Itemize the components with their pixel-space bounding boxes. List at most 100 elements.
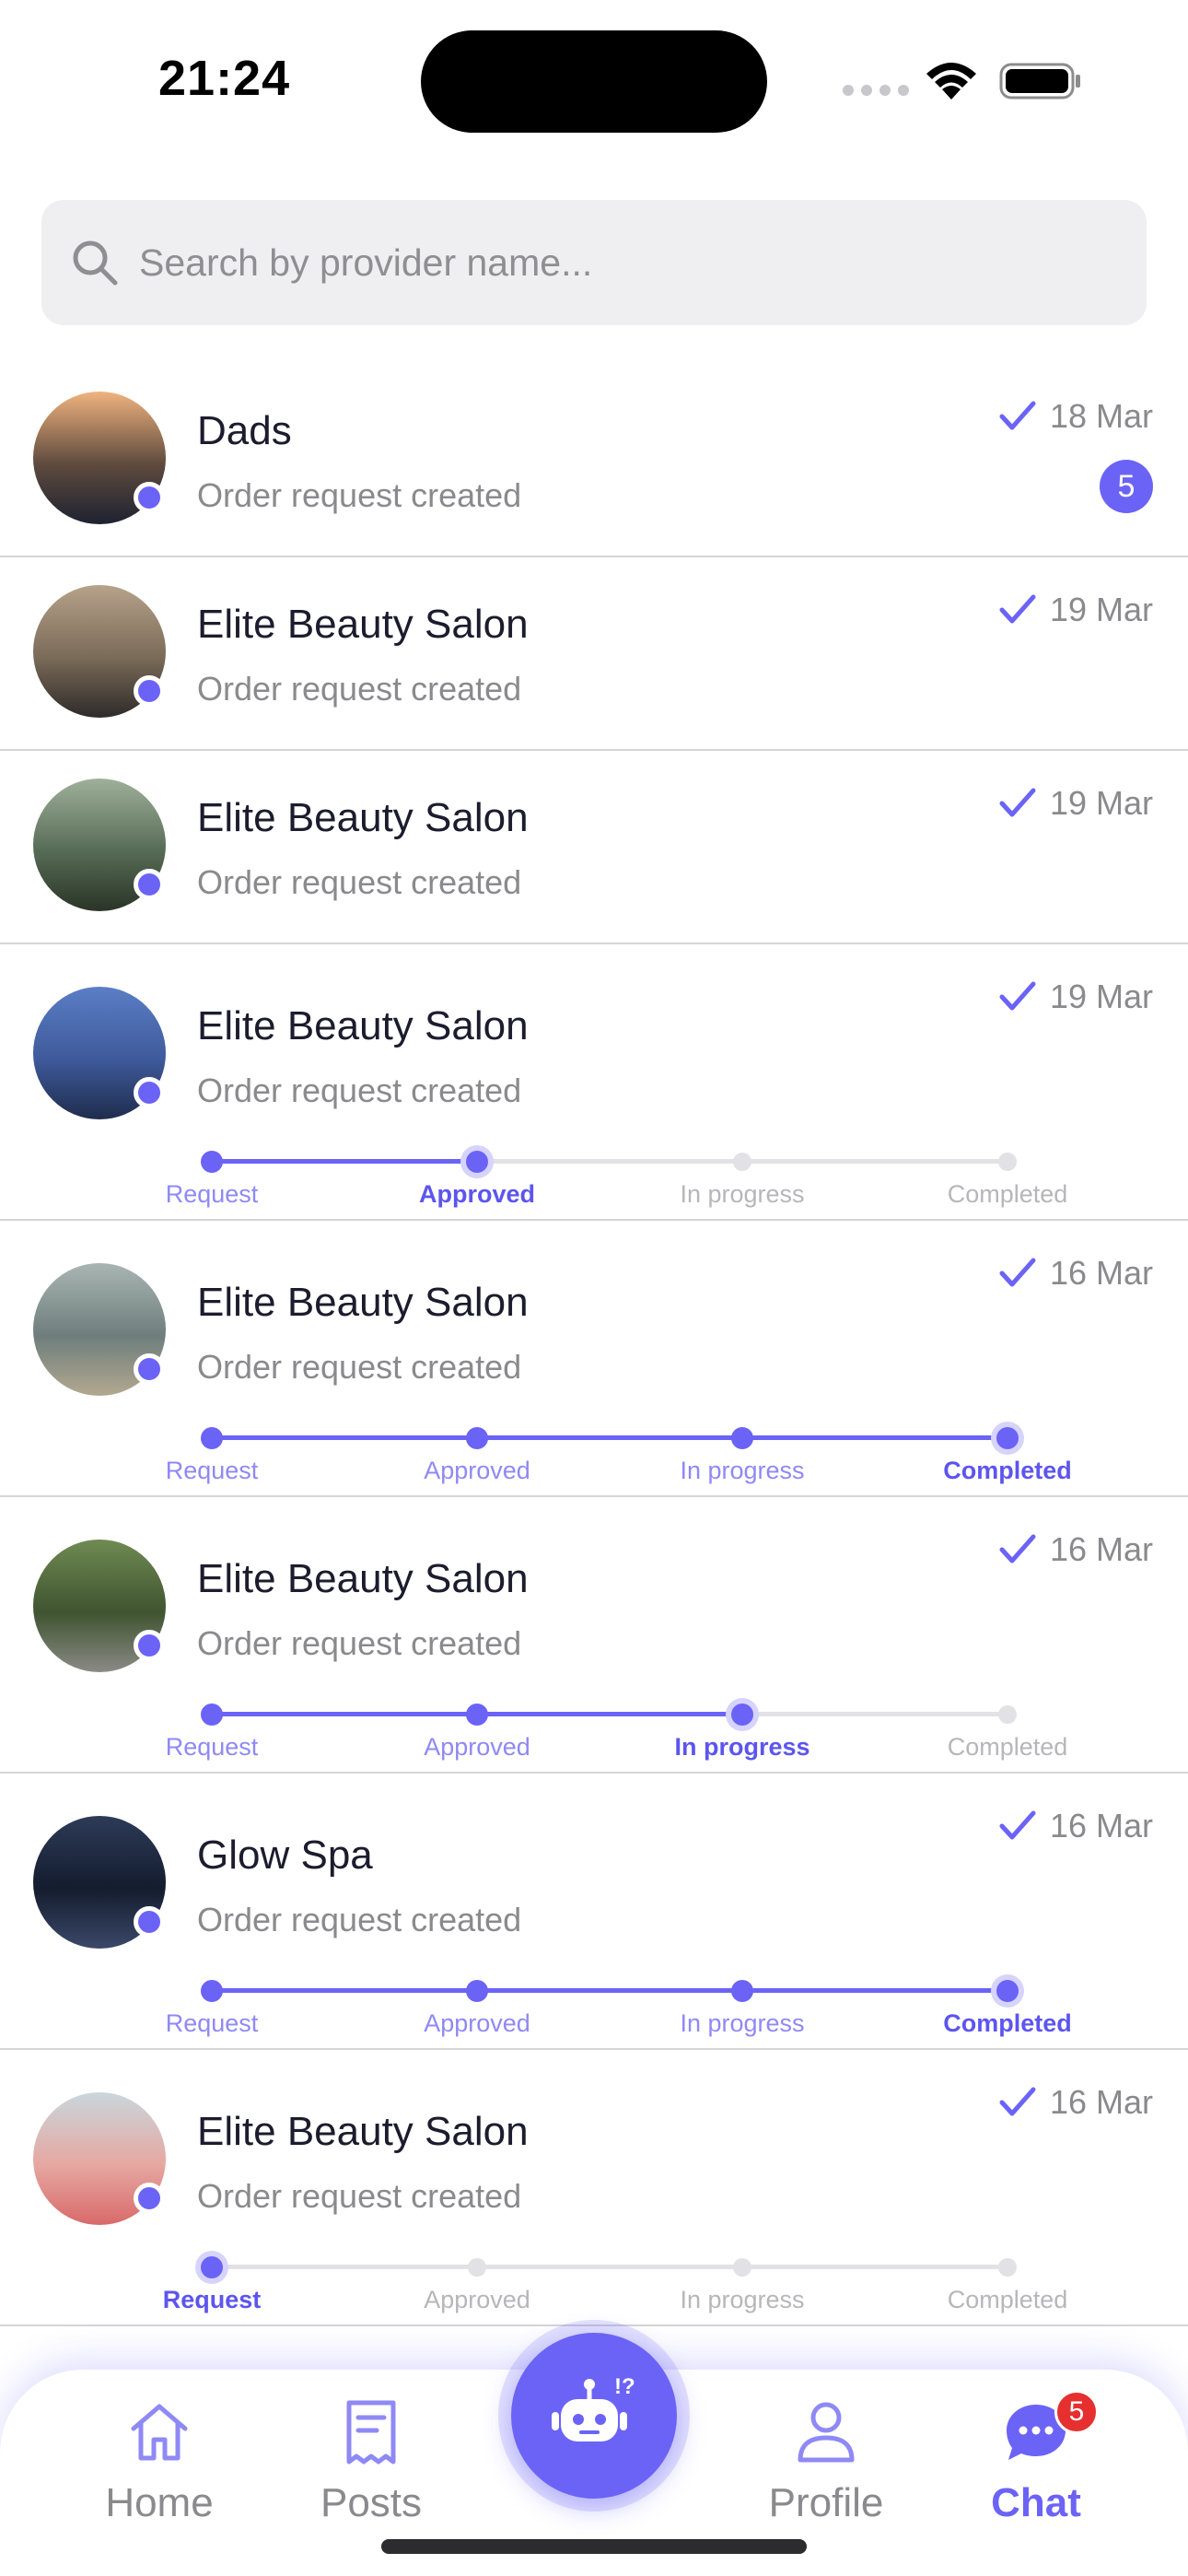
progress-step-node xyxy=(201,2256,223,2278)
chat-row[interactable]: Elite Beauty Salon Order request created 1… xyxy=(0,751,1188,944)
provider-name: Elite Beauty Salon xyxy=(197,2109,529,2154)
cellular-signal-icon xyxy=(843,85,909,96)
provider-name: Elite Beauty Salon xyxy=(197,1556,529,1601)
progress-step-node xyxy=(466,1427,488,1449)
progress-step-label: Completed xyxy=(947,2286,1068,2313)
message-meta: 18 Mar xyxy=(998,397,1153,436)
progress-step-label: Completed xyxy=(947,1180,1068,1208)
chat-row[interactable]: Dads Order request created 18 Mar 5 xyxy=(0,364,1188,557)
message-date: 16 Mar xyxy=(1049,1530,1153,1568)
message-date: 19 Mar xyxy=(1049,978,1153,1015)
tab-chat-label: Chat xyxy=(991,2480,1081,2525)
message-preview: Order request created xyxy=(197,670,522,708)
message-meta: 16 Mar xyxy=(998,2083,1153,2122)
tab-profile[interactable]: Profile xyxy=(734,2397,918,2526)
order-progress-tracker: Request Approved In progress Completed xyxy=(0,1427,1188,1484)
message-preview: Order request created xyxy=(197,1348,522,1386)
chat-unread-badge: 5 xyxy=(1054,2390,1099,2434)
message-date: 16 Mar xyxy=(1049,1254,1153,1292)
check-icon xyxy=(999,788,1036,817)
progress-step-label: Completed xyxy=(943,2009,1072,2037)
chat-row[interactable]: Elite Beauty Salon Order request created 1… xyxy=(0,1221,1188,1497)
progress-step-node xyxy=(201,1151,223,1173)
progress-step-node xyxy=(201,1980,223,2002)
svg-text:!?: !? xyxy=(614,2374,635,2399)
message-meta: 19 Mar xyxy=(998,978,1153,1016)
progress-step-node xyxy=(996,1980,1019,2002)
progress-step-label: Approved xyxy=(424,1733,530,1761)
tab-posts-label: Posts xyxy=(320,2480,423,2525)
progress-step-label: Approved xyxy=(424,1457,530,1484)
home-icon xyxy=(131,2404,188,2461)
chat-row[interactable]: Glow Spa Order request created 16 Mar Reque… xyxy=(0,1774,1188,2050)
status-time: 21:24 xyxy=(158,51,291,106)
progress-step-node xyxy=(466,1151,488,1173)
tab-chat[interactable]: 5 Chat xyxy=(944,2390,1128,2526)
chat-row[interactable]: Elite Beauty Salon Order request created 1… xyxy=(0,2050,1188,2326)
online-status-dot xyxy=(134,1906,165,1938)
provider-name: Dads xyxy=(197,408,292,453)
progress-step-node xyxy=(998,2258,1017,2277)
message-meta: 16 Mar xyxy=(998,1254,1153,1293)
message-meta: 19 Mar xyxy=(998,591,1153,629)
progress-step-node xyxy=(731,1980,753,2002)
chat-row[interactable]: Elite Beauty Salon Order request created 1… xyxy=(0,1497,1188,1774)
progress-step-label: In progress xyxy=(680,1180,805,1208)
message-preview: Order request created xyxy=(197,476,522,514)
message-preview: Order request created xyxy=(197,1071,522,1109)
order-progress-tracker: Request Approved In progress Completed xyxy=(0,1151,1188,1208)
progress-step-label: In progress xyxy=(680,1457,805,1484)
dynamic-island xyxy=(421,30,767,133)
progress-step-node xyxy=(731,1427,753,1449)
progress-step-node xyxy=(733,1153,751,1171)
provider-name: Elite Beauty Salon xyxy=(197,1280,529,1325)
chat-row[interactable]: Elite Beauty Salon Order request created 1… xyxy=(0,944,1188,1221)
progress-step-node xyxy=(731,1704,753,1726)
tab-profile-label: Profile xyxy=(768,2480,884,2525)
progress-step-node xyxy=(201,1704,223,1726)
check-icon xyxy=(999,2087,1036,2116)
progress-step-node xyxy=(466,1980,488,2002)
online-status-dot xyxy=(134,675,165,707)
order-progress-tracker: Request Approved In progress Completed xyxy=(0,2256,1188,2313)
search-icon xyxy=(73,240,118,286)
provider-name: Elite Beauty Salon xyxy=(197,795,529,840)
progress-step-label: Completed xyxy=(947,1733,1068,1761)
search-bar[interactable] xyxy=(41,200,1147,325)
message-date: 19 Mar xyxy=(1049,784,1153,822)
wifi-icon xyxy=(926,63,976,100)
check-icon xyxy=(999,594,1036,624)
online-status-dot xyxy=(134,482,165,513)
tab-posts[interactable]: Posts xyxy=(279,2397,463,2526)
progress-step-label: In progress xyxy=(680,2009,805,2037)
progress-step-label: Approved xyxy=(424,2286,530,2313)
ai-assistant-button[interactable]: !? xyxy=(511,2333,677,2499)
message-preview: Order request created xyxy=(197,863,522,901)
tab-home[interactable]: Home xyxy=(67,2397,251,2526)
progress-step-node xyxy=(998,1705,1017,1724)
message-preview: Order request created xyxy=(197,2177,522,2215)
check-icon xyxy=(999,981,1036,1011)
battery-icon xyxy=(999,63,1080,100)
progress-fill xyxy=(212,1988,1007,1993)
provider-name: Glow Spa xyxy=(197,1832,373,1878)
progress-step-node xyxy=(998,1153,1017,1171)
home-indicator xyxy=(381,2539,807,2554)
progress-step-label: Completed xyxy=(943,1457,1072,1484)
unread-count-badge: 5 xyxy=(1100,460,1153,513)
progress-step-node xyxy=(996,1427,1019,1449)
message-meta: 16 Mar xyxy=(998,1807,1153,1845)
progress-step-label: Request xyxy=(165,1457,259,1484)
receipt-icon xyxy=(346,2400,396,2465)
chat-row[interactable]: Elite Beauty Salon Order request created 1… xyxy=(0,557,1188,751)
progress-fill xyxy=(212,1159,477,1164)
message-date: 18 Mar xyxy=(1049,397,1153,435)
progress-step-label: Request xyxy=(162,2286,262,2313)
chat-list: Dads Order request created 18 Mar 5 Elite Be… xyxy=(0,364,1188,2326)
message-meta: 16 Mar xyxy=(998,1530,1153,1569)
message-date: 16 Mar xyxy=(1049,1807,1153,1844)
progress-step-label: In progress xyxy=(674,1733,810,1761)
search-input[interactable] xyxy=(139,240,1106,285)
message-date: 19 Mar xyxy=(1049,591,1153,628)
online-status-dot xyxy=(134,2183,165,2214)
